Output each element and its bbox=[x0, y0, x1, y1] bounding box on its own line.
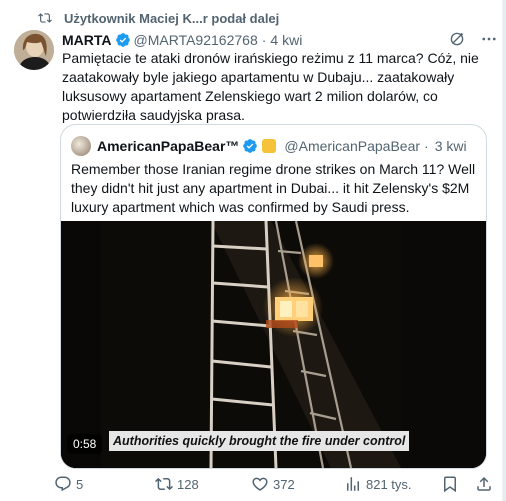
quoted-tweet[interactable]: AmericanPapaBear™ @AmericanPapaBear · 3 … bbox=[60, 124, 487, 469]
tweet-body: Pamiętacie te ataki dronów irańskiego re… bbox=[62, 50, 479, 123]
repost-action-icon bbox=[155, 475, 173, 493]
bookmark-button[interactable] bbox=[441, 474, 463, 494]
quoted-header-separator: · bbox=[424, 138, 429, 154]
tweet-card[interactable]: Użytkownik Maciej K...r podał dalej MART… bbox=[0, 0, 503, 501]
reply-icon bbox=[54, 475, 72, 493]
author-handle[interactable]: @MARTA92162768 bbox=[134, 32, 258, 48]
quoted-tweet-body: Remember those Iranian regime drone stri… bbox=[71, 161, 476, 215]
quoted-author-handle[interactable]: @AmericanPapaBear bbox=[284, 138, 420, 154]
tweet-top-actions bbox=[448, 30, 498, 48]
reply-button[interactable]: 5 bbox=[54, 474, 83, 494]
quoted-author-avatar[interactable] bbox=[71, 136, 91, 156]
repost-text: Użytkownik Maciej K...r podał dalej bbox=[64, 10, 280, 26]
quoted-author-name[interactable]: AmericanPapaBear™ bbox=[97, 138, 239, 154]
views-count: 821 tys. bbox=[366, 476, 412, 492]
tweet-header: MARTA @MARTA92162768 · 4 kwi bbox=[62, 31, 302, 49]
heart-icon bbox=[251, 475, 269, 493]
author-avatar[interactable] bbox=[14, 30, 54, 70]
share-button[interactable] bbox=[475, 474, 497, 494]
views-icon bbox=[344, 475, 362, 493]
header-separator: · bbox=[261, 32, 267, 48]
repost-button[interactable]: 128 bbox=[155, 474, 199, 494]
repost-icon bbox=[38, 11, 52, 25]
like-button[interactable]: 372 bbox=[251, 474, 295, 494]
video-duration: 0:58 bbox=[67, 434, 103, 454]
share-icon bbox=[475, 475, 493, 493]
video-caption: Authorities quickly brought the fire und… bbox=[109, 431, 410, 451]
more-options-icon[interactable] bbox=[480, 30, 498, 48]
verified-badge-icon bbox=[115, 32, 131, 48]
quoted-tweet-timestamp[interactable]: 3 kwi bbox=[435, 138, 467, 154]
reply-count: 5 bbox=[76, 476, 84, 492]
quoted-verified-badge-icon bbox=[242, 138, 258, 154]
repost-count: 128 bbox=[177, 476, 199, 492]
tweet-actions: 5 128 372 821 tys. bbox=[54, 474, 494, 494]
grok-icon[interactable] bbox=[448, 30, 466, 48]
bookmark-icon bbox=[441, 475, 459, 493]
like-count: 372 bbox=[273, 476, 295, 492]
repost-indicator[interactable]: Użytkownik Maciej K...r podał dalej bbox=[38, 10, 279, 26]
views-button[interactable]: 821 tys. bbox=[344, 474, 412, 494]
author-name[interactable]: MARTA bbox=[62, 32, 112, 48]
tweet-timestamp[interactable]: 4 kwi bbox=[270, 32, 302, 48]
video-player[interactable]: 0:58 Authorities quickly brought the fir… bbox=[61, 221, 486, 468]
affiliate-badge-icon bbox=[262, 139, 277, 153]
quoted-tweet-header: AmericanPapaBear™ @AmericanPapaBear · 3 … bbox=[71, 136, 467, 156]
